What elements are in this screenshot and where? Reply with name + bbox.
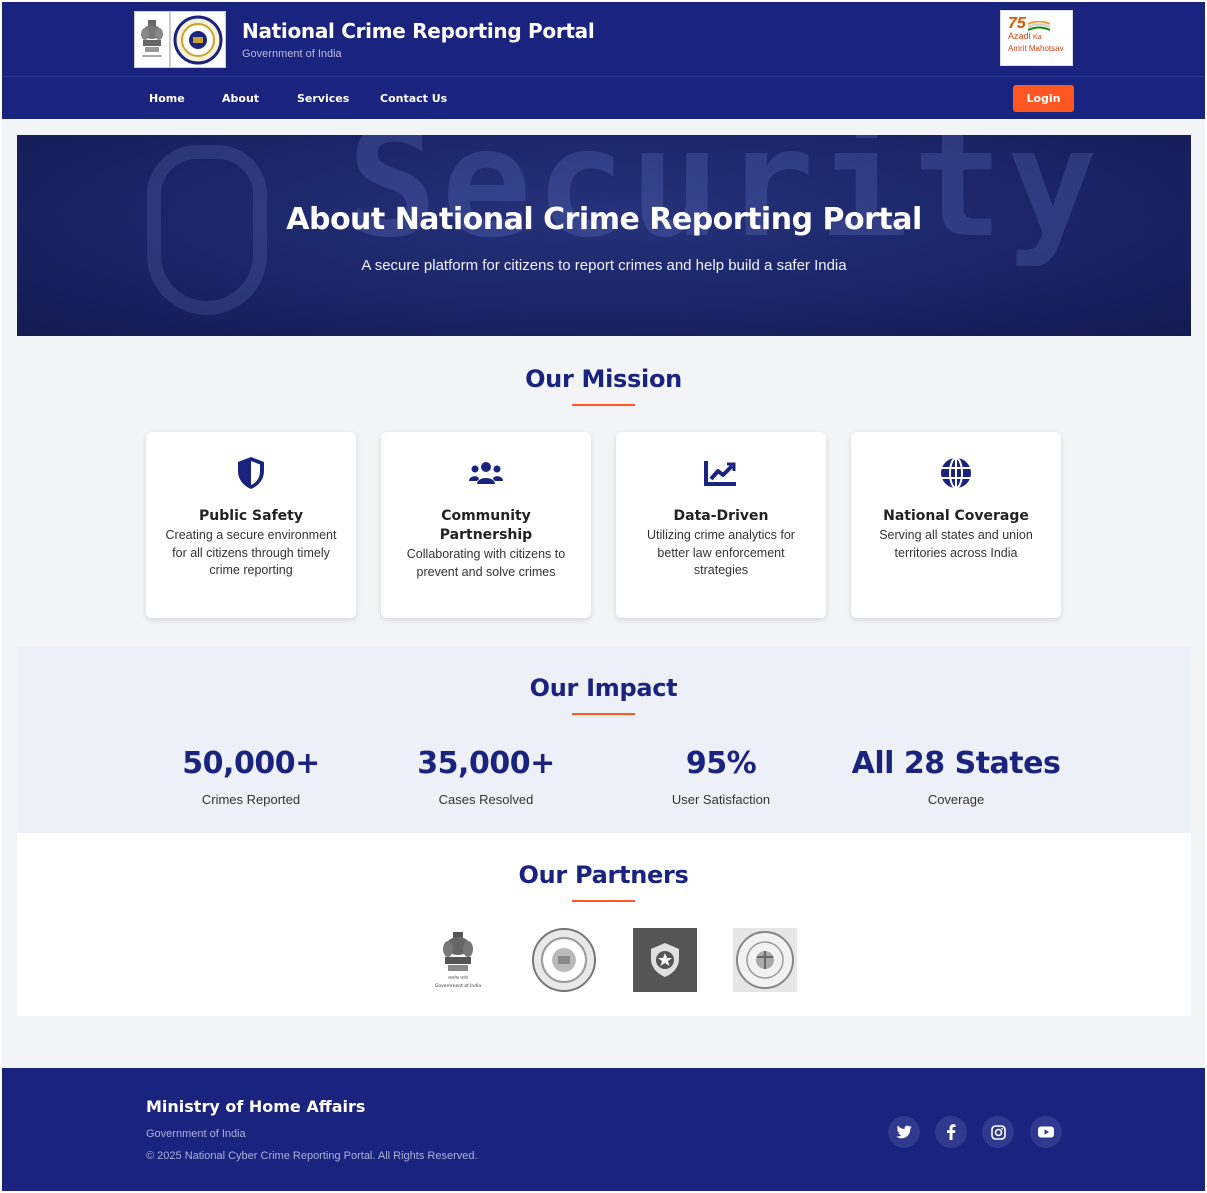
stat-crimes-reported-label: Crimes Reported — [201, 792, 301, 807]
mission-heading-underline — [572, 404, 635, 406]
partners-heading: Our Partners — [518, 861, 689, 889]
footer-title: Ministry of Home Affairs — [146, 1097, 366, 1116]
partner-nia-seal-logo — [532, 928, 596, 992]
footer-subtitle: Government of India — [146, 1128, 246, 1140]
site-subtitle: Government of India — [242, 48, 342, 60]
partner-government-of-india-logo: सत्यमेव जयते Government of India — [426, 928, 490, 992]
card-description: Collaborating with citizens to prevent a… — [406, 547, 566, 579]
svg-text:Government of India: Government of India — [435, 983, 482, 989]
globe-icon — [851, 456, 1061, 490]
card-description: Utilizing crime analytics for better law… — [647, 528, 795, 577]
stat-coverage-value: All 28 States — [851, 746, 1061, 781]
impact-heading-underline — [572, 713, 635, 715]
hero-subtitle: A secure platform for citizens to report… — [361, 257, 847, 274]
mission-heading: Our Mission — [525, 365, 682, 393]
card-description: Serving all states and union territories… — [879, 528, 1033, 560]
mission-card-community-partnership: Community Partnership Collaborating with… — [381, 432, 591, 618]
page: National Crime Reporting Portal Governme… — [2, 2, 1205, 1191]
footer-copyright: © 2025 National Cyber Crime Reporting Po… — [146, 1150, 478, 1162]
site-footer: Ministry of Home Affairs Government of I… — [2, 1068, 1205, 1191]
hero-title: About National Crime Reporting Portal — [286, 202, 922, 237]
card-title: Community Partnership — [439, 508, 533, 543]
instagram-icon[interactable] — [982, 1116, 1014, 1148]
shield-icon — [146, 456, 356, 490]
facebook-icon[interactable] — [935, 1116, 967, 1148]
card-title: Public Safety — [199, 508, 303, 524]
partner-police-badge-logo — [633, 928, 697, 992]
mission-card-national-coverage: National Coverage Serving all states and… — [851, 432, 1061, 618]
impact-heading: Our Impact — [529, 674, 678, 702]
stat-cases-resolved-value: 35,000+ — [417, 746, 555, 781]
stat-cases-resolved-label: Cases Resolved — [438, 792, 534, 807]
partner-cyber-cell-india-logo — [733, 928, 797, 992]
nav-contact-us[interactable]: Contact Us — [380, 92, 447, 105]
partners-heading-underline — [572, 900, 635, 902]
nav-services[interactable]: Services — [297, 92, 349, 105]
nav-about[interactable]: About — [222, 92, 259, 105]
stat-coverage-label: Coverage — [927, 792, 985, 807]
users-icon — [381, 456, 591, 490]
hero-banner: Security About National Crime Reporting … — [17, 135, 1191, 336]
nav-home[interactable]: Home — [149, 92, 185, 105]
chart-line-icon — [616, 456, 826, 490]
site-title: National Crime Reporting Portal — [242, 19, 595, 43]
youtube-icon[interactable] — [1030, 1116, 1062, 1148]
mission-card-data-driven: Data-Driven Utilizing crime analytics fo… — [616, 432, 826, 618]
nia-logo — [170, 11, 226, 68]
card-title: Data-Driven — [673, 508, 769, 524]
twitter-icon[interactable] — [888, 1116, 920, 1148]
azadi-ka-amrit-mahotsav-logo: 75 Azadi Ka Amrit Mahotsav — [1000, 10, 1073, 66]
stat-user-satisfaction-value: 95% — [685, 746, 757, 781]
card-description: Creating a secure environment for all ci… — [165, 528, 337, 577]
stat-user-satisfaction-label: User Satisfaction — [671, 792, 771, 807]
main-nav: Home About Services Contact Us Login — [2, 77, 1205, 119]
svg-text:सत्यमेव जयते: सत्यमेव जयते — [448, 975, 468, 980]
stat-crimes-reported-value: 50,000+ — [182, 746, 320, 781]
login-button[interactable]: Login — [1013, 85, 1074, 112]
national-emblem-logo — [134, 11, 170, 68]
card-title: National Coverage — [883, 508, 1029, 524]
site-header: National Crime Reporting Portal Governme… — [2, 2, 1205, 77]
mission-card-public-safety: Public Safety Creating a secure environm… — [146, 432, 356, 618]
